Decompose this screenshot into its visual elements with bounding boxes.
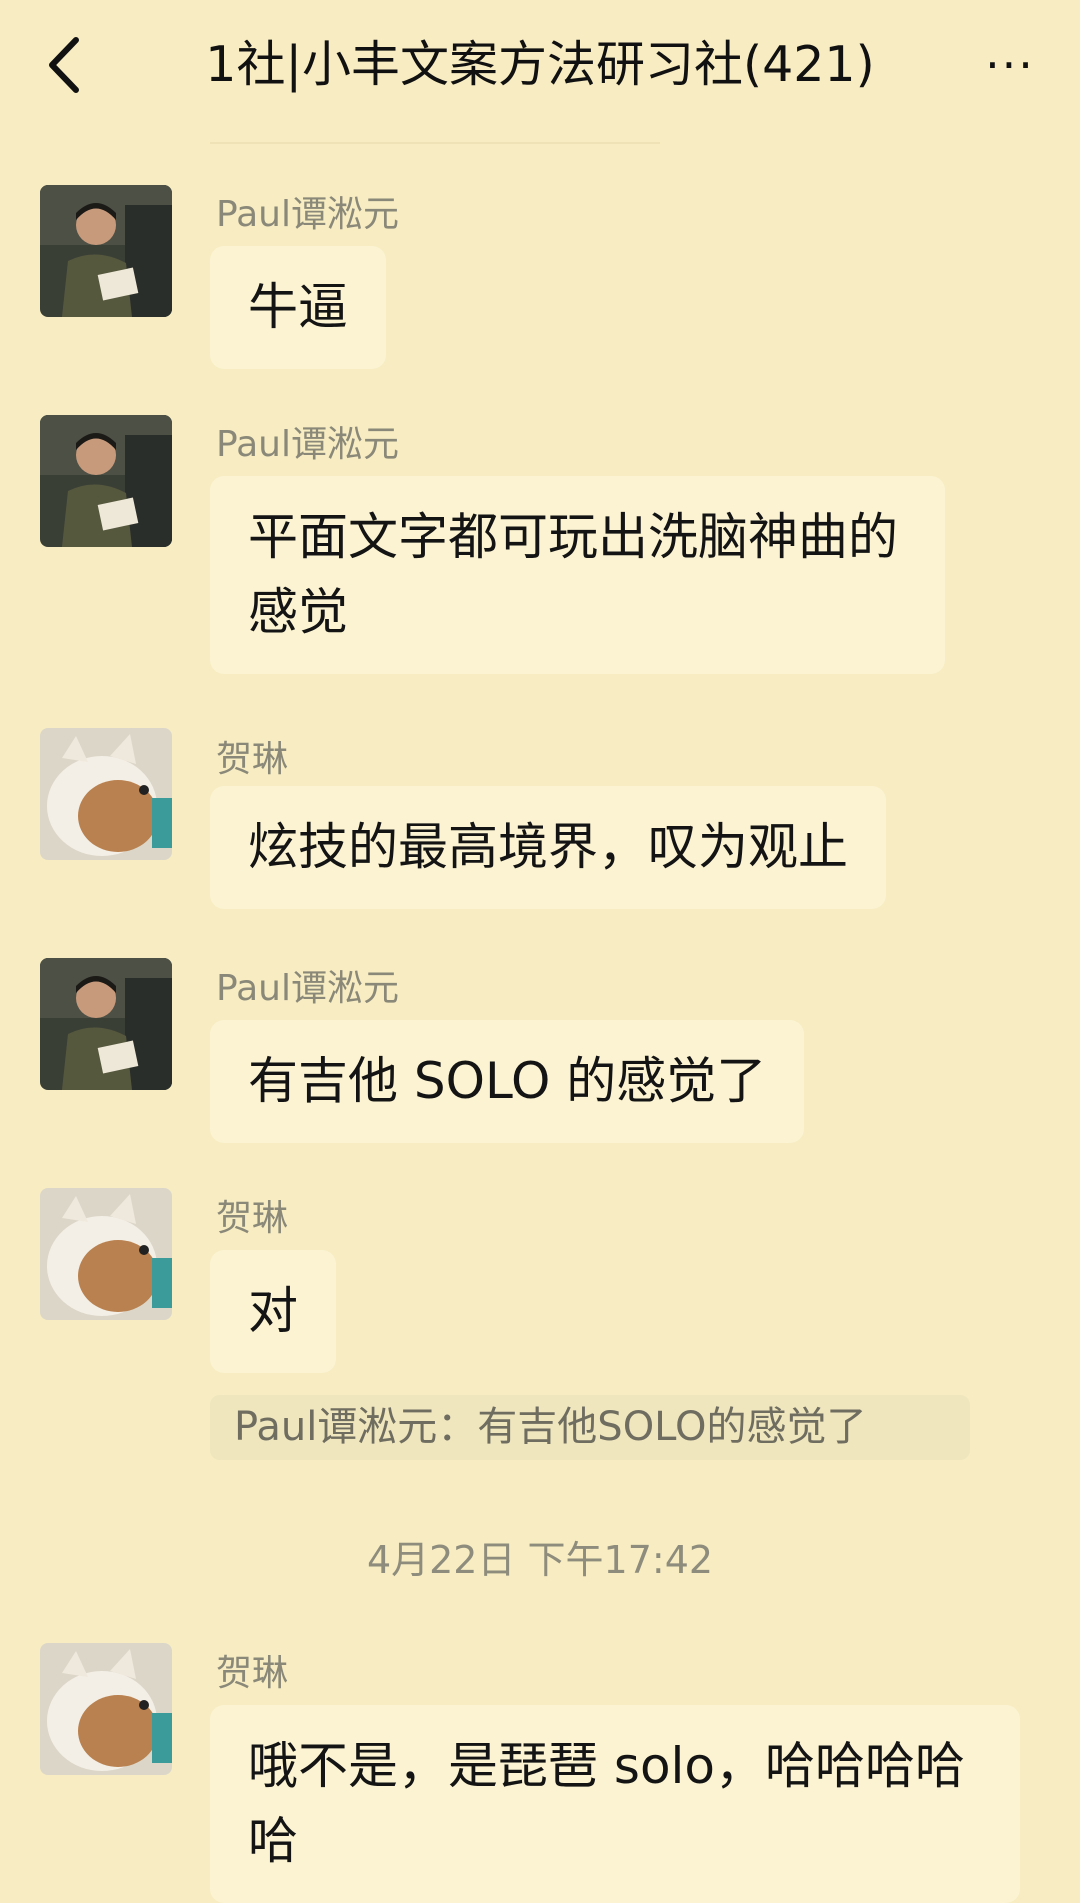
cat-avatar-icon: [40, 1643, 172, 1775]
message-bubble[interactable]: 哦不是，是琵琶 solo，哈哈哈哈哈: [210, 1705, 1020, 1903]
person-reading-avatar-icon: [40, 958, 172, 1090]
quoted-message[interactable]: Paul谭淞元：有吉他SOLO的感觉了: [210, 1395, 970, 1460]
chevron-left-icon: [49, 37, 79, 93]
avatar-paul[interactable]: [40, 415, 172, 547]
avatar-paul[interactable]: [40, 185, 172, 317]
chat-header: 1社|小丰文案方法研习社(421) ···: [0, 0, 1080, 140]
message-sender: Paul谭淞元: [216, 424, 399, 465]
more-options-button[interactable]: ···: [970, 30, 1050, 100]
avatar-helin[interactable]: [40, 728, 172, 860]
message-sender: Paul谭淞元: [216, 194, 399, 235]
avatar-helin[interactable]: [40, 1643, 172, 1775]
message-sender: 贺琳: [216, 1653, 289, 1694]
person-reading-avatar-icon: [40, 185, 172, 317]
message-bubble[interactable]: 对: [210, 1250, 336, 1373]
message-bubble[interactable]: 牛逼: [210, 246, 386, 369]
cat-avatar-icon: [40, 1188, 172, 1320]
group-chat-title: 1社|小丰文案方法研习社(421): [205, 36, 875, 93]
message-timestamp: 4月22日 下午17:42: [366, 1538, 714, 1582]
person-reading-avatar-icon: [40, 415, 172, 547]
header-divider: [210, 142, 660, 144]
message-sender: 贺琳: [216, 739, 289, 780]
message-sender: Paul谭淞元: [216, 968, 399, 1009]
avatar-paul[interactable]: [40, 958, 172, 1090]
message-bubble[interactable]: 平面文字都可玩出洗脑神曲的感觉: [210, 476, 945, 674]
back-button[interactable]: [40, 30, 90, 100]
message-bubble[interactable]: 炫技的最高境界，叹为观止: [210, 786, 886, 909]
avatar-helin[interactable]: [40, 1188, 172, 1320]
message-sender: 贺琳: [216, 1198, 289, 1239]
message-bubble[interactable]: 有吉他 SOLO 的感觉了: [210, 1020, 805, 1143]
cat-avatar-icon: [40, 728, 172, 860]
